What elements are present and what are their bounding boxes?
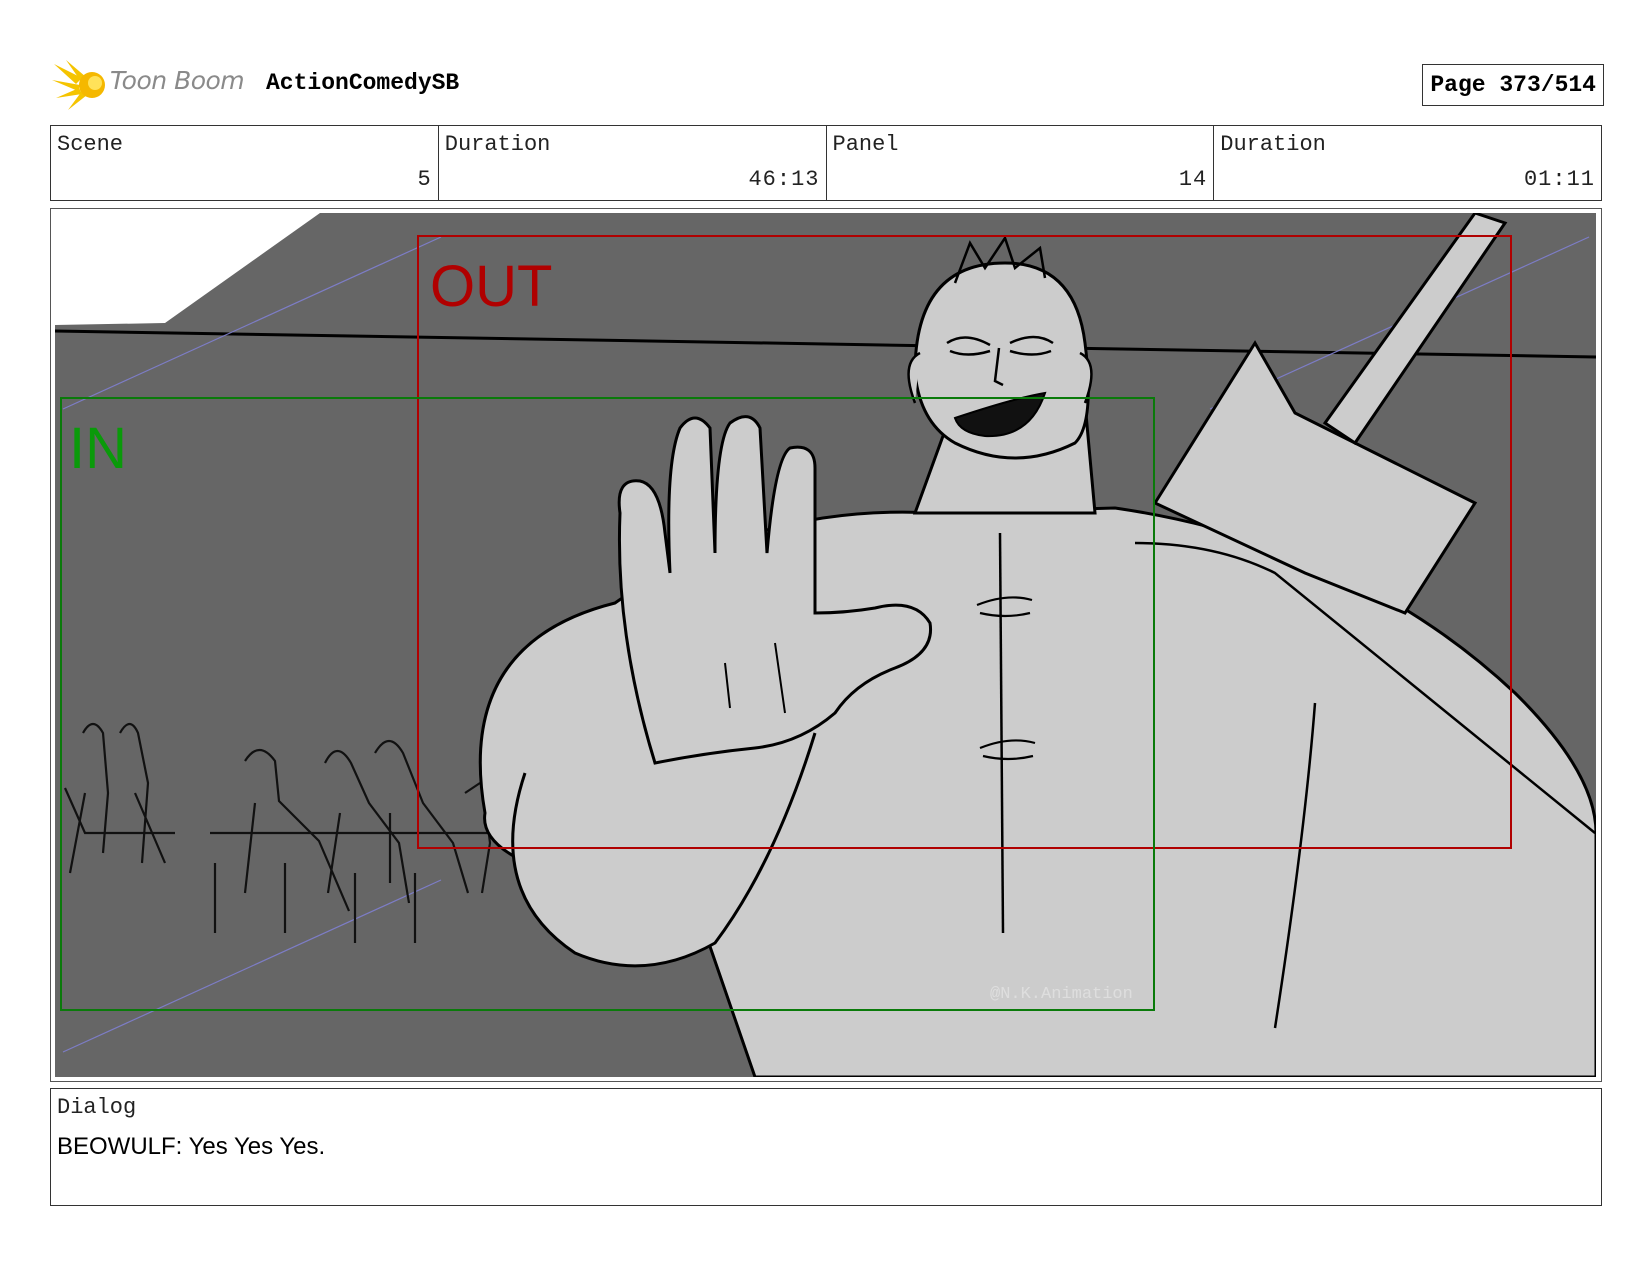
scene-duration-label: Duration	[444, 132, 551, 157]
scene-duration-value: 46:13	[748, 167, 820, 192]
dialog-text: BEOWULF: Yes Yes Yes.	[57, 1133, 326, 1160]
in-frame-label: IN	[69, 416, 127, 481]
dialog-box: Dialog BEOWULF: Yes Yes Yes.	[50, 1088, 1602, 1206]
scene-duration-cell: Duration 46:13	[439, 126, 827, 200]
scene-label: Scene	[57, 132, 124, 157]
scene-value: 5	[417, 167, 432, 192]
panel-label: Panel	[832, 132, 899, 157]
scene-info-bar: Scene 5 Duration 46:13 Panel 14 Duration…	[50, 125, 1602, 201]
page-number: Page 373/514	[1422, 64, 1604, 106]
panel-drawing: OUT IN @N.K.Animation	[55, 213, 1596, 1077]
panel-duration-value: 01:11	[1523, 167, 1595, 192]
panel-duration-cell: Duration 01:11	[1214, 126, 1601, 200]
brand-name: Toon Boom	[110, 66, 245, 95]
storyboard-panel: OUT IN @N.K.Animation	[50, 208, 1602, 1082]
dialog-label: Dialog	[57, 1095, 137, 1120]
toon-boom-sun-icon	[52, 60, 105, 110]
panel-cell: Panel 14	[827, 126, 1215, 200]
project-title: ActionComedySB	[266, 70, 460, 96]
watermark: @N.K.Animation	[990, 985, 1133, 1004]
out-frame-label: OUT	[430, 254, 552, 319]
page-header: Toon Boom ActionComedySB Page 373/514	[52, 56, 1604, 112]
panel-duration-label: Duration	[1220, 132, 1326, 157]
panel-value: 14	[1178, 167, 1208, 192]
scene-cell: Scene 5	[51, 126, 439, 200]
